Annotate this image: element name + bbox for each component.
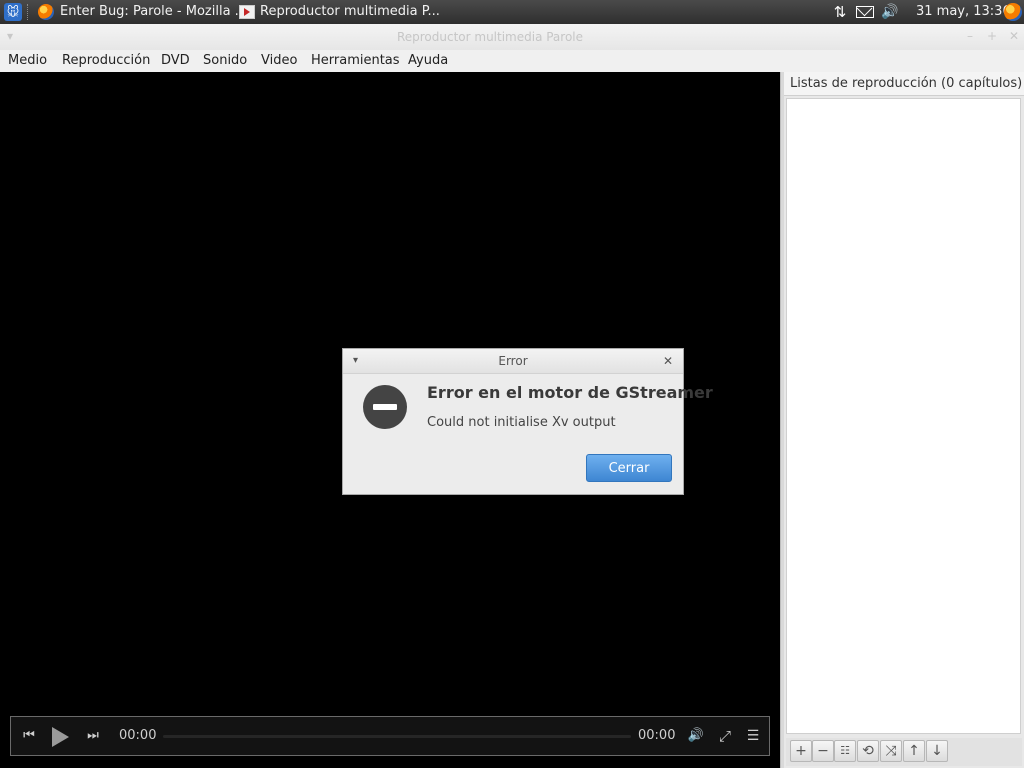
menu-video[interactable]: Video: [254, 50, 304, 72]
add-icon[interactable]: +: [790, 740, 812, 762]
repeat-icon[interactable]: ⟲: [857, 740, 879, 762]
network-icon[interactable]: ⇅: [830, 2, 850, 22]
minimize-icon[interactable]: –: [962, 28, 978, 44]
clock[interactable]: 31 may, 13:36: [916, 0, 1011, 24]
firefox-icon: [38, 4, 54, 20]
fullscreen-icon[interactable]: ⤢: [714, 717, 736, 755]
mail-icon[interactable]: [856, 0, 874, 18]
menu-dvd[interactable]: DVD: [154, 50, 197, 72]
playlist-panel: Listas de reproducción (0 capítulos) + −…: [784, 72, 1024, 768]
dialog-titlebar[interactable]: ▾ Error ✕: [343, 349, 683, 374]
menubar: Medio Reproducción DVD Sonido Video Herr…: [0, 50, 1024, 73]
playlist-toolbar: + − ☷ ⟲ ⤨ ↑ ↓: [786, 738, 1022, 766]
error-icon: [363, 385, 407, 429]
window-titlebar[interactable]: ▾ Reproductor multimedia Parole – + ✕: [0, 24, 1024, 51]
maximize-icon[interactable]: +: [984, 28, 1000, 44]
xfce-menu-icon[interactable]: 🐭: [4, 3, 22, 21]
volume-button-icon[interactable]: 🔊: [684, 717, 708, 755]
taskbar-item-label: Reproductor multimedia P...: [260, 4, 440, 19]
duration-time: 00:00: [638, 728, 676, 743]
playlist-list[interactable]: [786, 98, 1021, 734]
top-panel: 🐭 Enter Bug: Parole - Mozilla ... Reprod…: [0, 0, 1024, 24]
volume-icon[interactable]: 🔊: [881, 2, 903, 22]
media-player-icon: [239, 5, 255, 19]
menu-ayuda[interactable]: Ayuda: [401, 50, 455, 72]
dialog-heading: Error en el motor de GStreamer: [427, 383, 713, 402]
move-down-icon[interactable]: ↓: [926, 740, 948, 762]
taskbar-item-parole[interactable]: Reproductor multimedia P...: [238, 0, 440, 24]
dialog-close-icon[interactable]: ✕: [663, 349, 673, 373]
menu-reproduccion[interactable]: Reproducción: [55, 50, 157, 72]
menu-medio[interactable]: Medio: [1, 50, 54, 72]
dialog-message: Could not initialise Xv output: [427, 415, 616, 430]
play-icon[interactable]: [52, 727, 69, 747]
seek-bar[interactable]: [163, 735, 631, 738]
firefox-launcher-icon[interactable]: [1004, 3, 1022, 21]
taskbar-item-firefox[interactable]: Enter Bug: Parole - Mozilla ...: [37, 0, 247, 24]
panel-separator: [27, 4, 32, 20]
taskbar-item-label: Enter Bug: Parole - Mozilla ...: [60, 4, 248, 19]
clear-icon[interactable]: ☷: [834, 740, 856, 762]
menu-herramientas[interactable]: Herramientas: [304, 50, 407, 72]
dialog-title: Error: [498, 354, 528, 368]
playback-controls: ⏮ ⏭ 00:00 00:00 🔊 ⤢ ☰: [10, 716, 770, 756]
remove-icon[interactable]: −: [812, 740, 834, 762]
playlist-toggle-icon[interactable]: ☰: [742, 717, 764, 755]
next-icon[interactable]: ⏭: [81, 717, 105, 755]
menu-sonido[interactable]: Sonido: [196, 50, 254, 72]
previous-icon[interactable]: ⏮: [17, 717, 41, 755]
error-dialog: ▾ Error ✕ Error en el motor de GStreamer…: [342, 348, 713, 495]
playlist-header: Listas de reproducción (0 capítulos): [784, 72, 1024, 96]
close-window-icon[interactable]: ✕: [1006, 28, 1022, 44]
elapsed-time: 00:00: [119, 728, 157, 743]
window-title: Reproductor multimedia Parole: [396, 30, 584, 44]
move-up-icon[interactable]: ↑: [903, 740, 925, 762]
shuffle-icon[interactable]: ⤨: [880, 740, 902, 762]
close-button[interactable]: Cerrar: [586, 454, 672, 482]
